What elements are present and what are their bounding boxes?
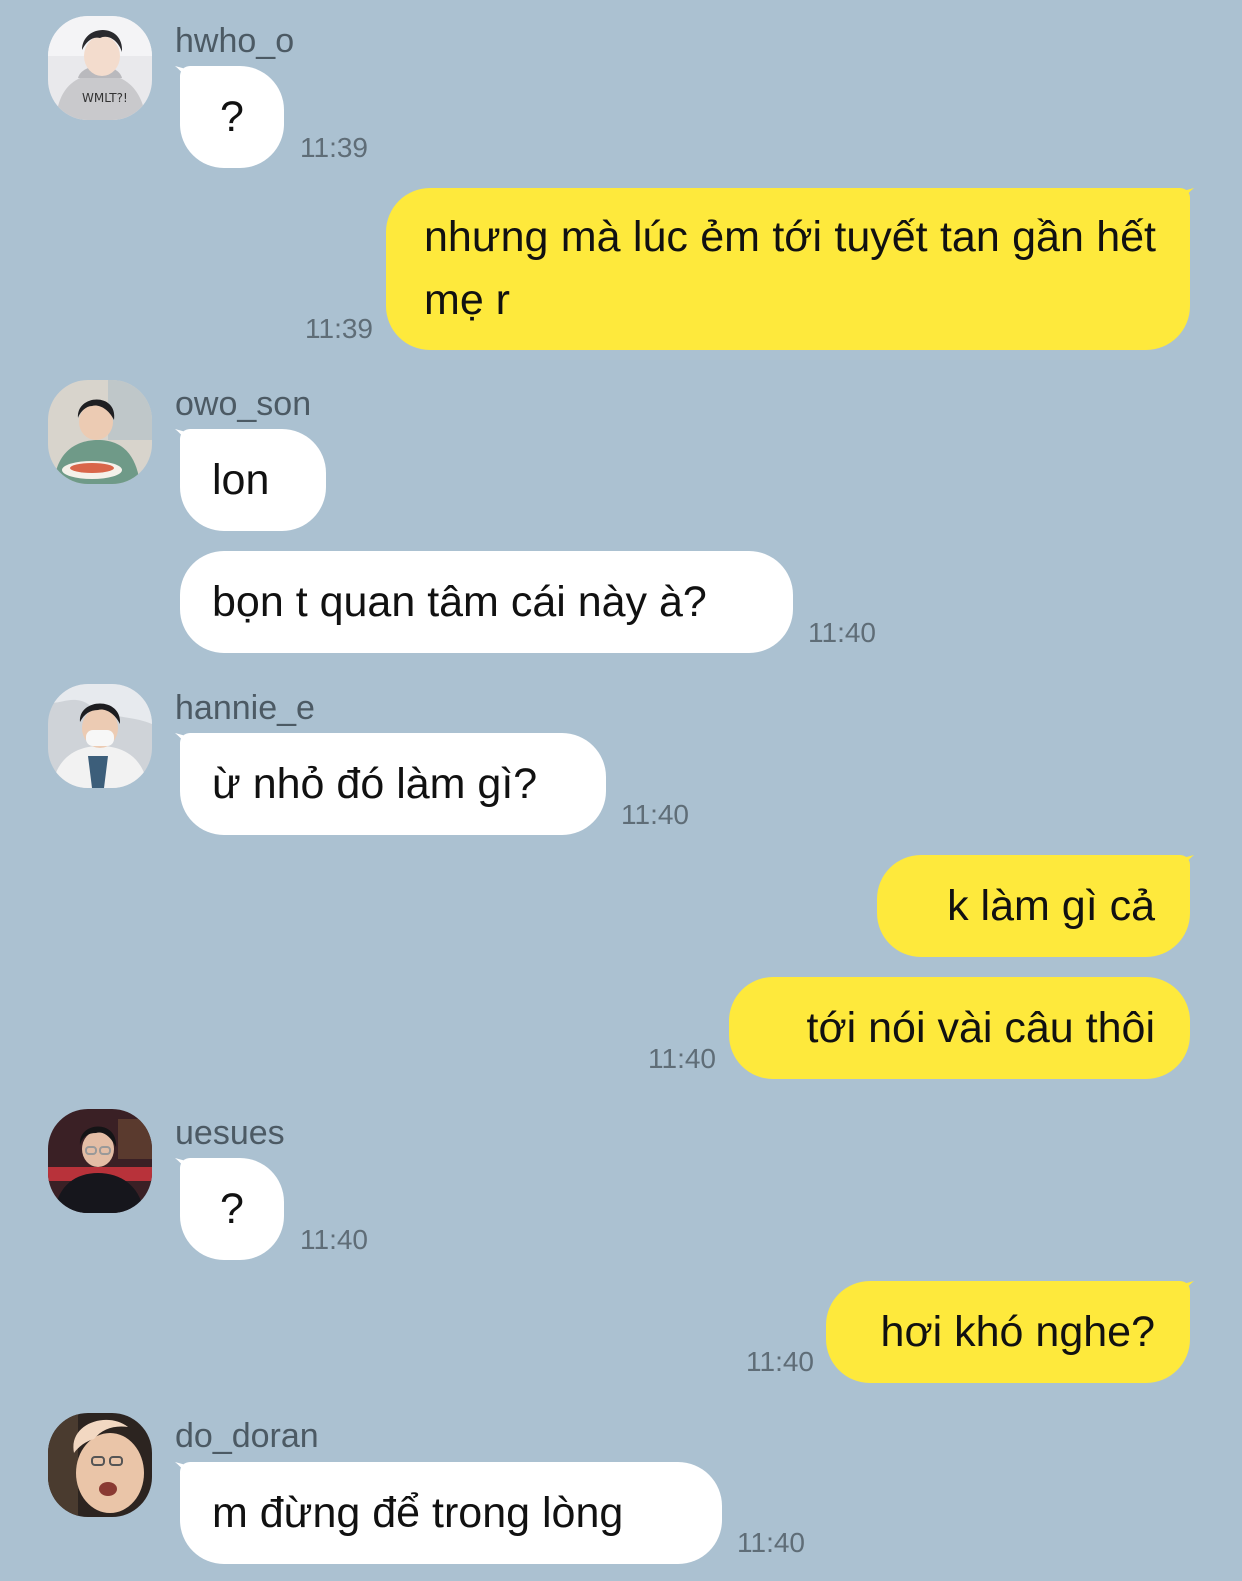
- message-time: 11:40: [648, 1043, 716, 1074]
- message-time: 11:39: [305, 313, 373, 344]
- sender-name: hwho_o: [175, 22, 295, 60]
- profile-photo-owo-son: [48, 380, 152, 484]
- svg-text:WMLT?!: WMLT?!: [82, 91, 128, 105]
- message-bubble[interactable]: ?: [180, 66, 284, 168]
- message-text: nhưng mà lúc ẻm tới tuyết tan gần hết mẹ…: [424, 213, 1156, 324]
- avatar-do-doran[interactable]: [48, 1413, 152, 1517]
- sender-name: uesues: [175, 1114, 285, 1152]
- message-bubble[interactable]: bọn t quan tâm cái này à?: [180, 551, 793, 653]
- avatar-uesues[interactable]: [48, 1109, 152, 1213]
- message-text: hơi khó nghe?: [880, 1308, 1155, 1356]
- message-text: k làm gì cả: [947, 882, 1155, 930]
- message-bubble[interactable]: tới nói vài câu thôi: [729, 977, 1190, 1079]
- message-text: m đừng để trong lòng: [212, 1489, 624, 1537]
- sender-name: owo_son: [175, 385, 312, 423]
- message-bubble[interactable]: nhưng mà lúc ẻm tới tuyết tan gần hết mẹ…: [386, 188, 1190, 350]
- message-text: ?: [220, 93, 244, 141]
- avatar-hwho-o[interactable]: WMLT?!: [48, 16, 152, 120]
- avatar-hannie-e[interactable]: [48, 684, 152, 788]
- sender-name: do_doran: [175, 1417, 319, 1455]
- profile-photo-uesues: [48, 1109, 152, 1213]
- message-time: 11:40: [737, 1527, 805, 1558]
- message-text: ?: [220, 1185, 244, 1233]
- profile-photo-hwho-o: WMLT?!: [48, 16, 152, 120]
- message-bubble[interactable]: lon: [180, 429, 326, 531]
- message-text: ừ nhỏ đó làm gì?: [212, 760, 538, 808]
- message-text: bọn t quan tâm cái này à?: [212, 578, 707, 626]
- avatar-owo-son[interactable]: [48, 380, 152, 484]
- profile-photo-hannie-e: [48, 684, 152, 788]
- message-text: lon: [212, 456, 270, 504]
- message-bubble[interactable]: hơi khó nghe?: [826, 1281, 1190, 1383]
- message-bubble[interactable]: m đừng để trong lòng: [180, 1462, 722, 1564]
- message-bubble[interactable]: ừ nhỏ đó làm gì?: [180, 733, 606, 835]
- message-bubble[interactable]: k làm gì cả: [877, 855, 1190, 957]
- message-time: 11:40: [300, 1224, 368, 1255]
- message-text: tới nói vài câu thôi: [806, 1004, 1156, 1052]
- message-bubble[interactable]: ?: [180, 1158, 284, 1260]
- sender-name: hannie_e: [175, 689, 315, 727]
- message-time: 11:40: [746, 1346, 814, 1377]
- message-time: 11:40: [808, 617, 876, 648]
- message-time: 11:39: [300, 132, 368, 163]
- profile-photo-do-doran: [48, 1413, 152, 1517]
- message-time: 11:40: [621, 799, 689, 830]
